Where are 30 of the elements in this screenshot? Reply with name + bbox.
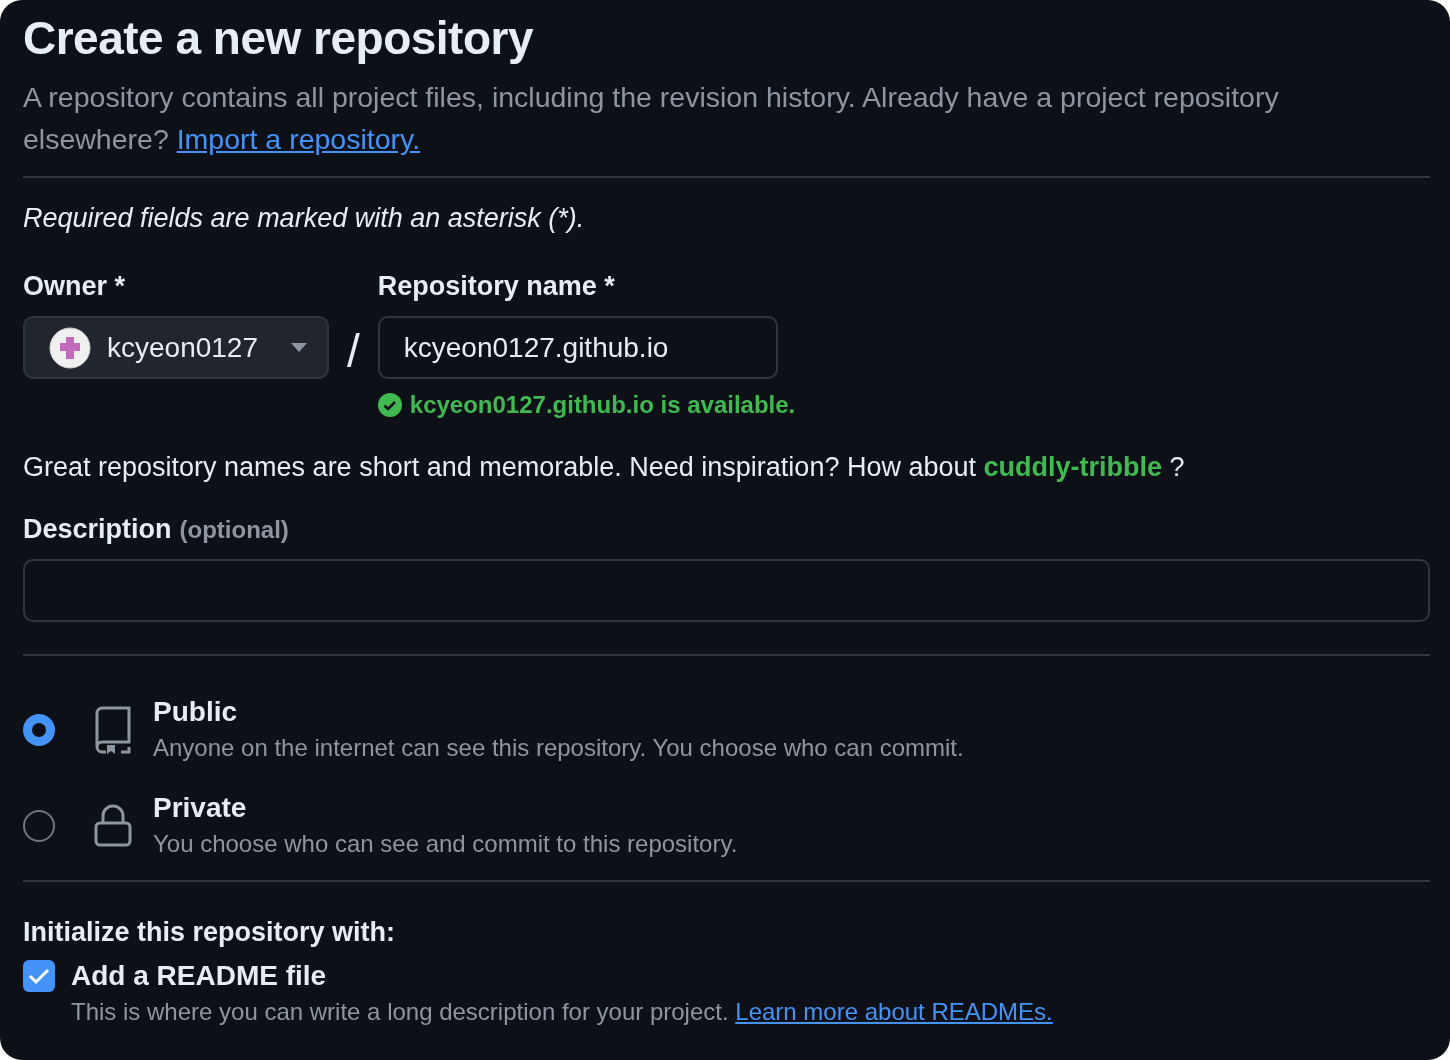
import-link[interactable]: Import a repository.: [176, 123, 421, 155]
visibility-title: Public: [153, 695, 238, 729]
readme-label: Add a README file: [71, 959, 327, 993]
intro-text: A repository contains all project files, including the revision history. Already have a project repository elsewhere? Import a repository.: [23, 80, 1280, 157]
checkmark-icon: [28, 967, 50, 985]
visibility-radio[interactable]: [23, 810, 55, 842]
visibility-title: Private: [153, 791, 248, 825]
required-note: Required fields are marked with an asterisk (*).: [23, 202, 586, 235]
owner-label: Owner *: [23, 270, 127, 303]
separator-slash: /: [347, 324, 360, 378]
repo-name-field[interactable]: kcyeon0127.github.io: [377, 316, 778, 379]
optional-hint: (optional): [179, 516, 289, 544]
repo-name-label: Repository name *: [377, 270, 616, 303]
repo-icon: [93, 705, 133, 755]
owner-dropdown[interactable]: kcyeon0127: [23, 316, 329, 379]
avatar-icon: [49, 326, 91, 369]
visibility-description: Anyone on the internet can see this repository. You choose who can commit.: [153, 733, 964, 763]
readme-description: This is where you can write a long description for your project. Learn more about READMEs.: [71, 997, 1054, 1027]
check-circle-icon: [377, 393, 402, 417]
initialize-heading: Initialize this repository with:: [23, 916, 397, 949]
readme-checkbox[interactable]: [23, 960, 55, 992]
visibility-radio[interactable]: [23, 714, 55, 746]
page-title: Create a new repository: [23, 11, 535, 66]
caret-icon: [291, 342, 307, 353]
availability-status: kcyeon0127.github.io is available.: [409, 391, 796, 419]
readme-link[interactable]: Learn more about READMEs.: [735, 998, 1053, 1025]
description-field[interactable]: [23, 559, 1430, 622]
visibility-description: You choose who can see and commit to this repository.: [153, 829, 738, 859]
suggestion-text: Great repository names are short and memorable. Need inspiration? How about cuddly-tribble ?: [23, 451, 1186, 484]
description-label: Description: [23, 513, 172, 546]
